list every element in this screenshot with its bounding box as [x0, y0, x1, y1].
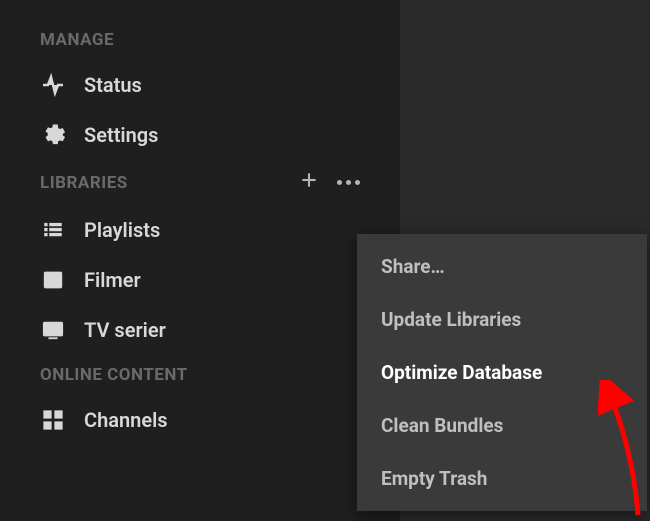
section-header-libraries: LIBRARIES: [0, 160, 400, 205]
more-icon[interactable]: [337, 180, 360, 185]
section-header-manage: MANAGE: [0, 20, 400, 60]
sidebar-item-status[interactable]: Status: [0, 60, 400, 110]
sidebar-item-channels[interactable]: Channels: [0, 395, 400, 445]
sidebar-item-playlists[interactable]: Playlists: [0, 205, 400, 255]
film-icon: [40, 267, 66, 293]
section-header-online: ONLINE CONTENT: [0, 355, 400, 395]
section-title: ONLINE CONTENT: [40, 365, 188, 385]
annotation-arrow-icon: [598, 380, 648, 520]
sidebar-item-label: TV serier: [84, 318, 166, 342]
context-item-label: Optimize Database: [381, 361, 542, 384]
sidebar-item-label: Playlists: [84, 218, 160, 242]
plus-icon[interactable]: [299, 170, 319, 195]
sidebar-item-label: Status: [84, 73, 142, 97]
activity-icon: [40, 72, 66, 98]
context-item-label: Empty Trash: [381, 467, 487, 490]
gear-icon: [40, 122, 66, 148]
sidebar-item-tvserier[interactable]: TV serier: [0, 305, 400, 355]
context-item-share[interactable]: Share…: [357, 240, 647, 293]
section-title: MANAGE: [40, 30, 114, 50]
sidebar-item-label: Settings: [84, 123, 158, 147]
context-item-label: Share…: [381, 255, 445, 278]
context-item-label: Clean Bundles: [381, 414, 503, 437]
tv-icon: [40, 317, 66, 343]
sidebar-item-label: Channels: [84, 408, 168, 432]
section-title: LIBRARIES: [40, 173, 128, 193]
sidebar: MANAGE Status Settings LIBRARIES Playlis…: [0, 0, 400, 521]
sidebar-item-filmer[interactable]: Filmer: [0, 255, 400, 305]
sidebar-item-settings[interactable]: Settings: [0, 110, 400, 160]
context-item-label: Update Libraries: [381, 308, 521, 331]
section-actions: [299, 170, 360, 195]
grid-icon: [40, 407, 66, 433]
list-icon: [40, 217, 66, 243]
sidebar-item-label: Filmer: [84, 268, 141, 292]
context-item-update-libraries[interactable]: Update Libraries: [357, 293, 647, 346]
